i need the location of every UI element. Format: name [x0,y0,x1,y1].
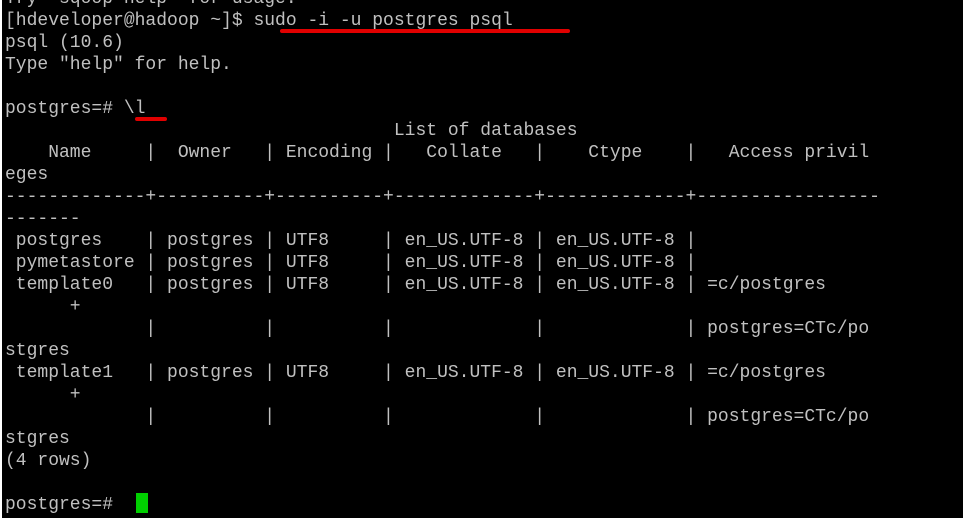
terminal-line-list-command: postgres=# \l [5,99,146,119]
table-separator-wrap: ------- [5,209,81,229]
terminal-window[interactable]: Try "sqoop help" for usage. [hdeveloper@… [2,0,963,518]
table-row-wrap: stgres [5,429,70,449]
table-row-continuation: | | | | | postgres=CTc/po [5,319,870,339]
table-row-continuation: + [5,297,81,317]
table-title: List of databases [5,121,578,141]
table-row-continuation: + [5,385,81,405]
list-command-underline-annotation [135,117,167,121]
command-underline-annotation [280,29,570,33]
table-row-continuation: | | | | | postgres=CTc/po [5,407,870,427]
table-row: template0 | postgres | UTF8 | en_US.UTF-… [5,275,826,295]
table-row-wrap: stgres [5,341,70,361]
terminal-line: Type "help" for help. [5,55,232,75]
row-count: (4 rows) [5,451,92,471]
table-separator: -------------+----------+----------+----… [5,187,880,207]
terminal-line: Try "sqoop help" for usage. [5,0,297,10]
table-header: Name | Owner | Encoding | Collate | Ctyp… [5,143,870,163]
table-row: template1 | postgres | UTF8 | en_US.UTF-… [5,363,826,383]
text-cursor [136,493,148,513]
terminal-line: psql (10.6) [5,33,124,53]
table-header-wrap: eges [5,165,49,185]
table-row: postgres | postgres | UTF8 | en_US.UTF-8… [5,231,697,251]
psql-prompt[interactable]: postgres=# [5,494,124,516]
table-row: pymetastore | postgres | UTF8 | en_US.UT… [5,253,697,273]
